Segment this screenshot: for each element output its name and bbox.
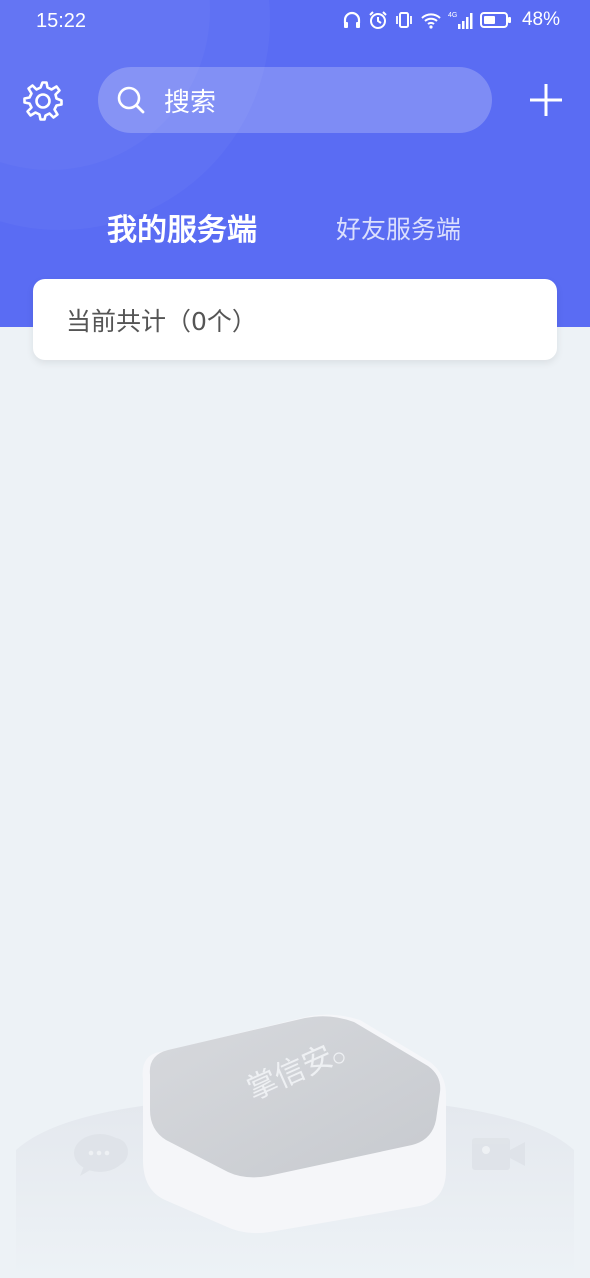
battery-percent: 48% [521,9,560,30]
wifi-icon [421,13,441,29]
search-input[interactable]: 搜索 [98,67,492,133]
add-button[interactable] [528,82,564,118]
signal-icon: 4G [448,12,473,29]
server-count-text: 当前共计（0个） [66,306,257,336]
tab-friend-servers[interactable]: 好友服务端 [336,210,461,246]
battery-icon [479,12,511,28]
gear-icon [23,81,63,121]
headphones-icon [343,11,361,28]
device-box: 掌信安 [142,1014,446,1234]
search-placeholder: 搜索 [164,87,217,118]
status-bar: 15:22 4G 48% [0,0,590,44]
server-count-card: 当前共计（0个） [33,279,557,360]
status-icons: 4G 48% [342,9,560,31]
header: 15:22 4G 48% 搜索 我的服务端 好友服务端 [0,0,590,327]
settings-button[interactable] [22,80,64,122]
network-type-label: 4G [448,12,457,19]
search-icon [117,86,145,114]
empty-state-illustration: 掌信安 [16,1014,574,1278]
vibrate-icon [396,12,412,28]
plus-icon [530,84,562,116]
alarm-icon [369,11,387,29]
status-time: 15:22 [36,10,87,32]
tab-my-servers[interactable]: 我的服务端 [107,205,257,249]
